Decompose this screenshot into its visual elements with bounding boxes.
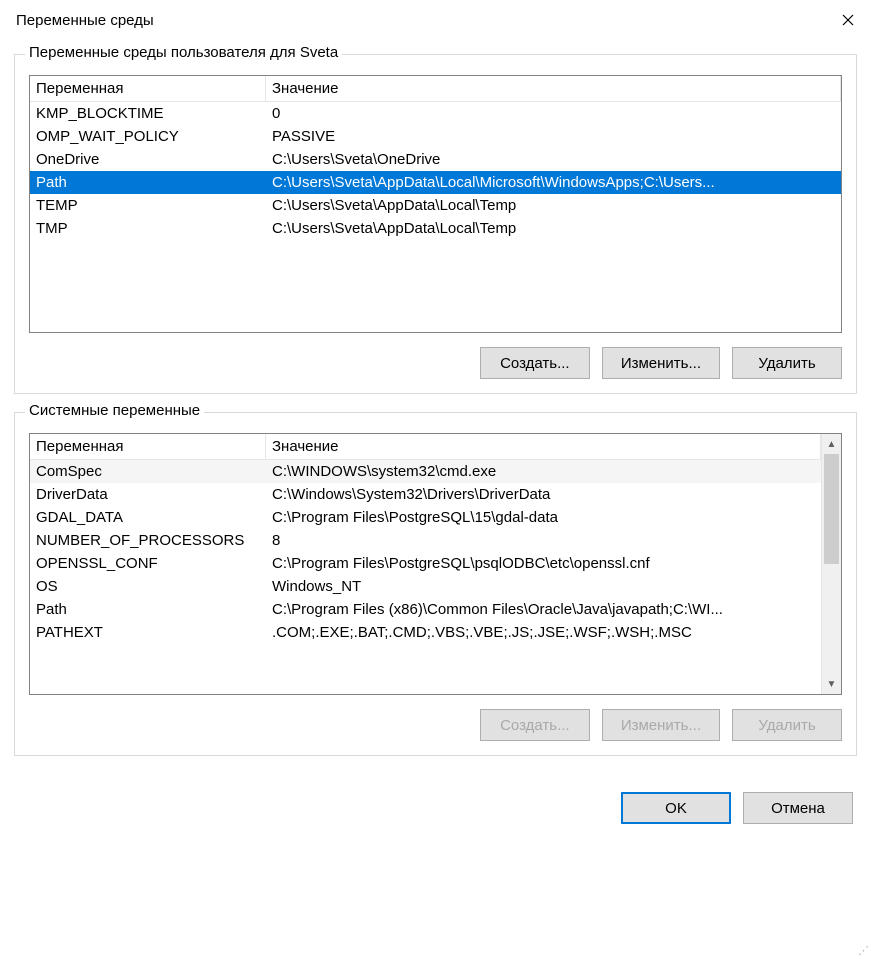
var-name: KMP_BLOCKTIME <box>30 102 266 125</box>
var-value: C:\Users\Sveta\AppData\Local\Microsoft\W… <box>266 171 841 194</box>
var-name: TMP <box>30 217 266 240</box>
var-value: C:\Program Files (x86)\Common Files\Orac… <box>266 598 821 621</box>
table-row[interactable]: OneDriveC:\Users\Sveta\OneDrive <box>30 148 841 171</box>
var-value: .COM;.EXE;.BAT;.CMD;.VBS;.VBE;.JS;.JSE;.… <box>266 621 821 644</box>
var-value: C:\Program Files\PostgreSQL\15\gdal-data <box>266 506 821 529</box>
table-row[interactable]: PathC:\Users\Sveta\AppData\Local\Microso… <box>30 171 841 194</box>
var-value: 8 <box>266 529 821 552</box>
table-row[interactable]: KMP_BLOCKTIME0 <box>30 102 841 125</box>
var-name: Path <box>30 598 266 621</box>
table-row[interactable]: PATHEXT.COM;.EXE;.BAT;.CMD;.VBS;.VBE;.JS… <box>30 621 821 644</box>
dialog-buttons: OK Отмена <box>0 788 871 836</box>
var-name: GDAL_DATA <box>30 506 266 529</box>
resize-grip-icon[interactable]: ⋰ <box>855 948 869 962</box>
var-name: OPENSSL_CONF <box>30 552 266 575</box>
user-edit-button[interactable]: Изменить... <box>602 347 720 379</box>
var-value: C:\Program Files\PostgreSQL\psqlODBC\etc… <box>266 552 821 575</box>
table-row[interactable]: TMPC:\Users\Sveta\AppData\Local\Temp <box>30 217 841 240</box>
scroll-down-icon[interactable]: ▼ <box>822 674 841 694</box>
user-vars-table[interactable]: Переменная Значение KMP_BLOCKTIME0OMP_WA… <box>29 75 842 333</box>
var-value: Windows_NT <box>266 575 821 598</box>
user-delete-button[interactable]: Удалить <box>732 347 842 379</box>
var-value: C:\Users\Sveta\AppData\Local\Temp <box>266 194 841 217</box>
var-name: DriverData <box>30 483 266 506</box>
table-header: Переменная Значение <box>30 434 821 460</box>
table-row[interactable]: NUMBER_OF_PROCESSORS8 <box>30 529 821 552</box>
var-name: OneDrive <box>30 148 266 171</box>
table-row[interactable]: OPENSSL_CONFC:\Program Files\PostgreSQL\… <box>30 552 821 575</box>
var-name: ComSpec <box>30 460 266 483</box>
user-vars-group: Переменные среды пользователя для Sveta … <box>14 54 857 394</box>
col-name-header[interactable]: Переменная <box>30 76 266 101</box>
system-vars-table[interactable]: Переменная Значение ComSpecC:\WINDOWS\sy… <box>29 433 842 695</box>
scrollbar[interactable]: ▲ ▼ <box>821 434 841 694</box>
var-value: C:\WINDOWS\system32\cmd.exe <box>266 460 821 483</box>
col-value-header[interactable]: Значение <box>266 434 821 459</box>
cancel-button[interactable]: Отмена <box>743 792 853 824</box>
var-name: TEMP <box>30 194 266 217</box>
col-name-header[interactable]: Переменная <box>30 434 266 459</box>
user-create-button[interactable]: Создать... <box>480 347 590 379</box>
table-row[interactable]: OSWindows_NT <box>30 575 821 598</box>
dialog-content: Переменные среды пользователя для Sveta … <box>0 40 871 788</box>
system-create-button[interactable]: Создать... <box>480 709 590 741</box>
var-name: PATHEXT <box>30 621 266 644</box>
scroll-thumb[interactable] <box>824 454 839 564</box>
var-value: C:\Users\Sveta\AppData\Local\Temp <box>266 217 841 240</box>
table-row[interactable]: PathC:\Program Files (x86)\Common Files\… <box>30 598 821 621</box>
var-value: PASSIVE <box>266 125 841 148</box>
var-value: C:\Windows\System32\Drivers\DriverData <box>266 483 821 506</box>
user-vars-body: KMP_BLOCKTIME0OMP_WAIT_POLICYPASSIVEOneD… <box>30 102 841 240</box>
ok-button[interactable]: OK <box>621 792 731 824</box>
close-button[interactable] <box>825 0 871 40</box>
var-name: Path <box>30 171 266 194</box>
table-header: Переменная Значение <box>30 76 841 102</box>
table-row[interactable]: ComSpecC:\WINDOWS\system32\cmd.exe <box>30 460 821 483</box>
system-vars-body: ComSpecC:\WINDOWS\system32\cmd.exeDriver… <box>30 460 821 644</box>
system-edit-button[interactable]: Изменить... <box>602 709 720 741</box>
table-row[interactable]: GDAL_DATAC:\Program Files\PostgreSQL\15\… <box>30 506 821 529</box>
var-name: NUMBER_OF_PROCESSORS <box>30 529 266 552</box>
dialog-title: Переменные среды <box>16 12 154 29</box>
user-vars-label: Переменные среды пользователя для Sveta <box>25 44 342 61</box>
system-vars-label: Системные переменные <box>25 402 204 419</box>
var-value: 0 <box>266 102 841 125</box>
col-value-header[interactable]: Значение <box>266 76 841 101</box>
table-row[interactable]: OMP_WAIT_POLICYPASSIVE <box>30 125 841 148</box>
user-vars-buttons: Создать... Изменить... Удалить <box>29 347 842 379</box>
scroll-up-icon[interactable]: ▲ <box>822 434 841 454</box>
system-vars-buttons: Создать... Изменить... Удалить <box>29 709 842 741</box>
system-delete-button[interactable]: Удалить <box>732 709 842 741</box>
var-value: C:\Users\Sveta\OneDrive <box>266 148 841 171</box>
system-vars-group: Системные переменные Переменная Значение… <box>14 412 857 756</box>
titlebar: Переменные среды <box>0 0 871 40</box>
close-icon <box>842 14 854 26</box>
table-row[interactable]: DriverDataC:\Windows\System32\Drivers\Dr… <box>30 483 821 506</box>
var-name: OS <box>30 575 266 598</box>
var-name: OMP_WAIT_POLICY <box>30 125 266 148</box>
table-row[interactable]: TEMPC:\Users\Sveta\AppData\Local\Temp <box>30 194 841 217</box>
